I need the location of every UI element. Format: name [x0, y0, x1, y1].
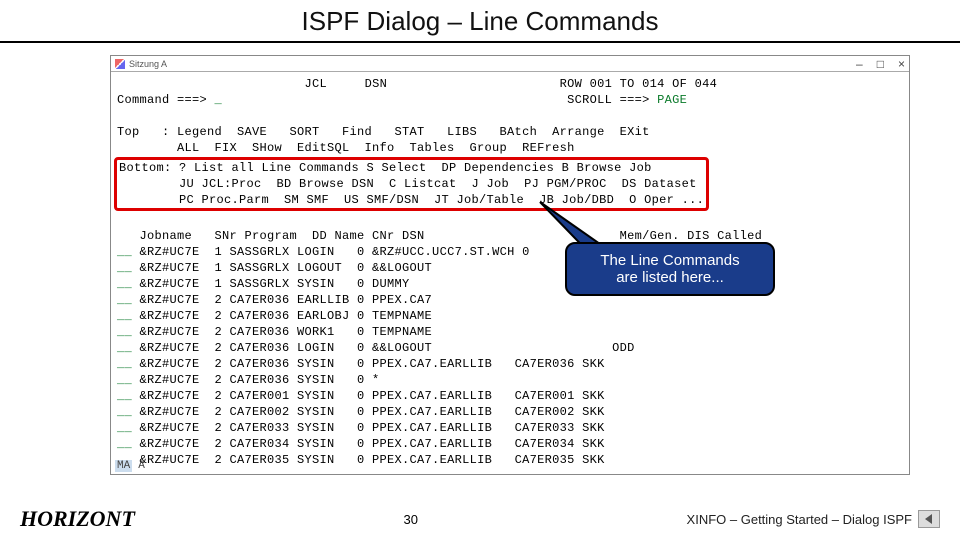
system-icon	[115, 59, 125, 69]
callout-line2: are listed here...	[575, 269, 765, 286]
top-legend-1: Top : Legend SAVE SORT Find STAT LIBS BA…	[117, 125, 650, 139]
line-cmd-field[interactable]: __	[117, 405, 132, 419]
line-cmd-field[interactable]: __	[117, 421, 132, 435]
line-cmd-field[interactable]: __	[117, 341, 132, 355]
close-button[interactable]: ×	[898, 57, 905, 71]
status-ma: MA	[115, 460, 132, 472]
status-a: A	[138, 460, 145, 472]
line-cmd-field[interactable]: __	[117, 389, 132, 403]
line-cmd-field[interactable]: __	[117, 373, 132, 387]
chevron-left-icon	[924, 514, 934, 524]
hdr-row: JCL DSN ROW 001 TO 014 OF 044	[117, 77, 717, 91]
line-cmd-field[interactable]: __	[117, 309, 132, 323]
credit-text: XINFO – Getting Started – Dialog ISPF	[687, 512, 912, 527]
brand-label: HORIZONT	[20, 506, 135, 532]
title-divider	[0, 41, 960, 43]
column-header: Jobname SNr Program DD Name CNr DSN Mem/…	[117, 229, 762, 243]
window-titlebar: Sitzung A – □ ×	[111, 56, 909, 72]
callout-line1: The Line Commands	[575, 252, 765, 269]
line-cmd-field[interactable]: __	[117, 245, 132, 259]
line-cmd-field[interactable]: __	[117, 437, 132, 451]
line-commands-box: Bottom: ? List all Line Commands S Selec…	[114, 157, 709, 211]
terminal-status-bar: MA A	[115, 460, 145, 472]
top-legend-2: ALL FIX SHow EditSQL Info Tables Group R…	[117, 141, 575, 155]
command-line[interactable]: Command ===> _ SCROLL ===> PAGE	[117, 93, 687, 107]
line-cmd-field[interactable]: __	[117, 261, 132, 275]
terminal-window: Sitzung A – □ × JCL DSN ROW 001 TO 014 O…	[110, 55, 910, 475]
minimize-button[interactable]: –	[856, 57, 863, 71]
annotation-callout: The Line Commands are listed here...	[565, 242, 775, 296]
line-cmd-field[interactable]: __	[117, 293, 132, 307]
line-cmd-field[interactable]: __	[117, 277, 132, 291]
line-cmd-field[interactable]: __	[117, 325, 132, 339]
prev-slide-button[interactable]	[918, 510, 940, 528]
maximize-button[interactable]: □	[877, 57, 884, 71]
data-rows: __ &RZ#UC7E 1 SASSGRLX LOGIN 0 &RZ#UCC.U…	[117, 245, 635, 467]
slide-title: ISPF Dialog – Line Commands	[0, 0, 960, 41]
page-number: 30	[403, 512, 417, 527]
window-title: Sitzung A	[129, 59, 167, 69]
slide-footer: HORIZONT 30 XINFO – Getting Started – Di…	[0, 506, 960, 532]
line-cmd-field[interactable]: __	[117, 357, 132, 371]
terminal-body: JCL DSN ROW 001 TO 014 OF 044 Command ==…	[111, 72, 909, 472]
